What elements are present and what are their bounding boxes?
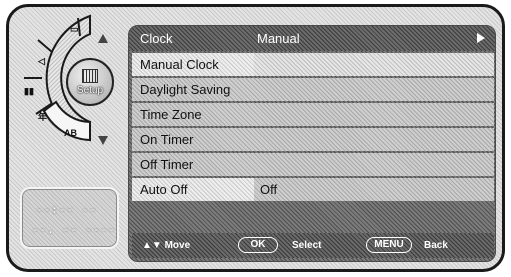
row-on-timer[interactable]: On Timer — [132, 128, 494, 151]
clock-settings-panel: Clock Manual Manual Clock Daylight Savin… — [128, 25, 496, 262]
row-daylight-saving[interactable]: Daylight Saving — [132, 78, 494, 101]
row-off-timer[interactable]: Off Timer — [132, 153, 494, 176]
clock-mode-value: Manual — [257, 31, 300, 46]
lock-icon[interactable]: 年 — [38, 110, 47, 123]
setup-label: Setup — [76, 84, 104, 96]
scroll-down-icon[interactable] — [98, 136, 108, 145]
settings-list: Manual Clock Daylight Saving Time Zone O… — [132, 53, 494, 203]
picture-icon[interactable]: ▭ — [70, 24, 79, 35]
row-manual-clock[interactable]: Manual Clock — [132, 53, 494, 76]
menu-wheel: ▭ ◁ ▮▮ 年 AB Setup — [14, 12, 122, 144]
language-icon[interactable]: AB — [64, 128, 77, 138]
time-readout: --:-- -- — [36, 203, 97, 216]
arrow-right-icon[interactable] — [477, 33, 485, 43]
auto-off-value: Off — [260, 182, 278, 197]
channel-icon[interactable]: ▮▮ — [24, 86, 34, 97]
speaker-icon[interactable]: ◁ — [38, 56, 45, 67]
select-hint: Select — [292, 240, 322, 251]
ok-button[interactable]: OK — [238, 237, 278, 253]
panel-title: Clock — [140, 31, 173, 46]
setup-hub[interactable]: Setup — [66, 58, 114, 106]
row-label: On Timer — [140, 132, 194, 147]
row-time-zone[interactable]: Time Zone — [132, 103, 494, 126]
row-label: Time Zone — [140, 107, 202, 122]
move-hint: ▲▼ Move — [142, 240, 191, 251]
time-display: --:-- -- --. -- ---- — [20, 187, 119, 249]
row-label: Auto Off — [132, 178, 254, 201]
menu-button[interactable]: MENU — [366, 237, 412, 253]
row-label: Off Timer — [140, 157, 194, 172]
panel-title-bar[interactable]: Clock Manual — [129, 26, 495, 51]
row-label: Daylight Saving — [140, 82, 231, 97]
setup-icon — [82, 68, 98, 83]
scroll-up-icon[interactable] — [98, 34, 108, 43]
row-label: Manual Clock — [132, 53, 254, 76]
row-auto-off[interactable]: Auto Off Off — [132, 178, 494, 201]
back-hint: Back — [424, 240, 448, 251]
date-readout: --. -- ---- — [32, 223, 116, 236]
button-hint-bar: ▲▼ Move OK Select MENU Back — [132, 233, 494, 258]
